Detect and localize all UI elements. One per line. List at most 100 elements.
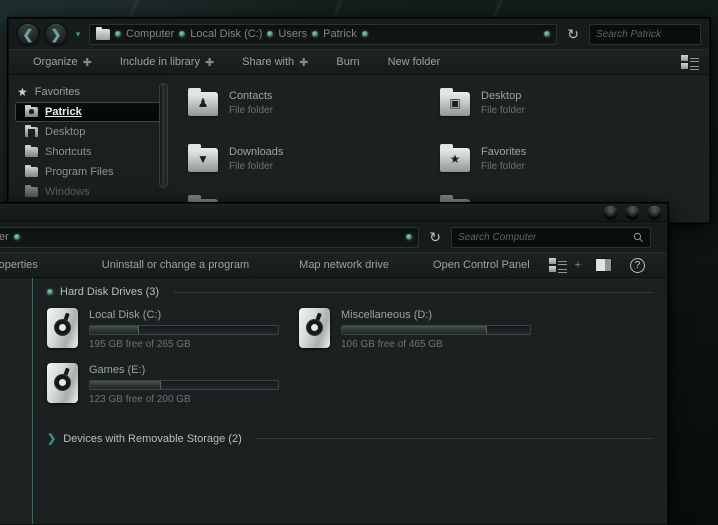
search-icon [633,232,644,243]
folder-icon [96,29,110,40]
view-mode-icon[interactable] [549,258,567,272]
desktop-folder-icon [25,127,38,137]
group-header[interactable]: Hard Disk Drives (3) [47,286,653,298]
breadcrumb-separator-icon[interactable] [179,31,185,37]
computer-sidebar[interactable] [0,278,33,524]
breadcrumb[interactable]: Computer Local Disk (C:) Users Patrick [89,24,557,45]
sidebar-header-favorites[interactable]: ★ Favorites [9,82,174,102]
drive-item[interactable]: Miscellaneous (D:) 106 GB free of 465 GB [299,308,551,363]
breadcrumb-item-partial[interactable]: ter [0,231,9,243]
view-mode-plus-label[interactable]: + [567,259,595,271]
file-item[interactable]: ★ Favorites File folder [440,141,692,197]
sidebar-item-desktop[interactable]: Desktop [9,122,174,142]
maximize-button[interactable] [626,206,639,219]
computer-content[interactable]: Hard Disk Drives (3) Local Disk (C:) 195… [33,278,667,524]
drive-grid: Local Disk (C:) 195 GB free of 265 GB Mi… [33,298,667,418]
window-glyph-icon: ▣ [447,96,463,111]
file-item[interactable]: ▼ Downloads File folder [188,141,440,197]
uninstall-program-button[interactable]: Uninstall or change a program [52,259,263,271]
preview-pane-icon[interactable] [595,258,612,272]
hard-disk-icon [47,308,78,348]
computer-search-input[interactable]: Search Computer [451,227,651,248]
open-control-panel-button[interactable]: Open Control Panel [403,259,544,271]
computer-titlebar[interactable] [0,204,667,222]
sidebar-scrollbar[interactable] [159,83,168,188]
drive-free-space: 123 GB free of 200 GB [89,394,299,405]
new-folder-button[interactable]: New folder [374,56,455,68]
sidebar-item-label: Shortcuts [45,146,91,158]
breadcrumb-separator-icon[interactable] [267,31,273,37]
chevron-down-icon: ✚ [205,56,214,69]
system-properties-button[interactable]: roperties [0,259,52,271]
organize-label: Organize [33,56,78,68]
explorer-window[interactable]: ❮ ❯ ▾ Computer Local Disk (C:) Users Pat… [8,18,710,223]
group-header[interactable]: ❯ Devices with Removable Storage (2) [47,432,653,445]
breadcrumb-item-1[interactable]: Local Disk (C:) [190,28,262,40]
sidebar-item-patrick[interactable]: Patrick [15,102,166,122]
breadcrumb-item-2[interactable]: Users [278,28,307,40]
include-in-library-button[interactable]: Include in library ✚ [106,56,228,69]
file-item[interactable]: ♟ Contacts File folder [188,85,440,141]
sidebar-item-label: Patrick [45,106,82,118]
folder-icon [25,147,38,157]
map-network-drive-button[interactable]: Map network drive [263,259,403,271]
file-name: Desktop [481,90,525,102]
minimize-button[interactable] [604,206,617,219]
sidebar-item-shortcuts[interactable]: Shortcuts [9,142,174,162]
breadcrumb-separator-icon[interactable] [312,31,318,37]
folder-icon [25,187,38,197]
search-placeholder: Search Patrick [596,29,694,40]
address-bar: ❮ ❯ ▾ Computer Local Disk (C:) Users Pat… [9,19,709,49]
burn-label: Burn [336,56,359,68]
breadcrumb-item-0[interactable]: Computer [126,28,174,40]
file-name: Favorites [481,146,526,158]
sidebar-item-program-files[interactable]: Program Files [9,162,174,182]
back-button[interactable]: ❮ [17,23,39,45]
breadcrumb-separator-icon[interactable] [115,31,121,37]
forward-button[interactable]: ❯ [45,23,67,45]
breadcrumb-end-dot-icon [544,31,550,37]
sidebar-item-windows[interactable]: Windows [9,182,174,202]
chevron-right-icon[interactable]: ❯ [47,432,56,445]
close-button[interactable] [648,206,661,219]
drive-usage-bar [341,325,531,335]
organize-button[interactable]: Organize ✚ [19,56,106,69]
include-in-library-label: Include in library [120,56,200,68]
burn-button[interactable]: Burn [322,56,373,68]
refresh-icon[interactable]: ↻ [425,229,445,246]
contacts-folder-icon: ♟ [188,92,218,116]
window-controls [604,206,661,219]
file-item[interactable]: ▣ Desktop File folder [440,85,692,141]
drive-item[interactable]: Games (E:) 123 GB free of 200 GB [47,363,299,418]
file-type: File folder [481,161,526,172]
search-placeholder: Search Computer [458,232,629,243]
computer-breadcrumb[interactable]: ter [0,227,419,248]
help-icon[interactable]: ? [630,258,645,273]
group-rule [257,438,653,439]
search-input[interactable]: Search Patrick [589,24,701,45]
share-with-button[interactable]: Share with ✚ [228,56,322,69]
drive-usage-fill [90,326,139,334]
star-glyph-icon: ★ [447,152,463,167]
explorer-file-area[interactable]: ♟ Contacts File folder ▣ Desktop File fo… [174,75,709,222]
share-with-label: Share with [242,56,294,68]
favorites-folder-icon: ★ [440,148,470,172]
explorer-sidebar[interactable]: ★ Favorites Patrick Desktop Shortcuts Pr… [9,75,174,222]
breadcrumb-separator-icon[interactable] [14,234,20,240]
downloads-folder-icon: ▼ [188,148,218,172]
refresh-icon[interactable]: ↻ [563,26,583,43]
history-caret-icon[interactable]: ▾ [73,29,83,40]
explorer-toolbar: Organize ✚ Include in library ✚ Share wi… [9,49,709,75]
desktop-folder-icon: ▣ [440,92,470,116]
breadcrumb-separator-icon[interactable] [362,31,368,37]
computer-window[interactable]: ter ↻ Search Computer roperties Uninstal… [0,203,668,525]
computer-toolbar: roperties Uninstall or change a program … [0,252,667,278]
drive-free-space: 106 GB free of 465 GB [341,339,551,350]
down-arrow-glyph-icon: ▼ [195,152,211,167]
drive-usage-bar [89,380,279,390]
breadcrumb-item-3[interactable]: Patrick [323,28,357,40]
view-mode-icon[interactable] [681,55,699,69]
file-type: File folder [481,105,525,116]
drive-item[interactable]: Local Disk (C:) 195 GB free of 265 GB [47,308,299,363]
group-expanded-icon[interactable] [47,289,53,295]
